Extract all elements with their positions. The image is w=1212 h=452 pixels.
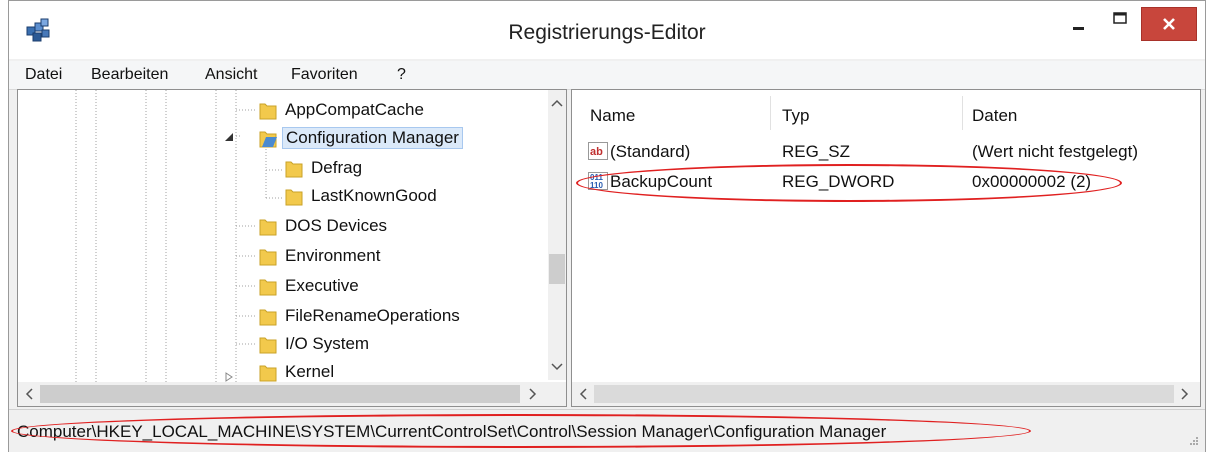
scroll-left-icon[interactable] (578, 388, 588, 400)
folder-icon (259, 309, 277, 326)
menu-bar: Datei Bearbeiten Ansicht Favoriten ? (9, 61, 1205, 90)
open-folder-icon (259, 131, 277, 148)
title-bar[interactable]: Registrierungs-Editor (9, 1, 1205, 59)
collapse-arrow-icon[interactable] (224, 132, 234, 142)
highlight-ellipse (576, 164, 1122, 202)
minimize-button[interactable] (1057, 1, 1099, 43)
menu-ansicht[interactable]: Ansicht (205, 66, 257, 84)
close-icon (1163, 18, 1175, 30)
menu-favoriten[interactable]: Favoriten (291, 66, 358, 84)
folder-icon (259, 249, 277, 266)
expand-arrow-icon[interactable] (224, 372, 234, 382)
tree-vertical-scroll-thumb[interactable] (549, 254, 565, 284)
value-name: (Standard) (610, 142, 691, 161)
folder-icon (259, 103, 277, 120)
folder-icon (259, 279, 277, 296)
maximize-button[interactable] (1099, 1, 1141, 43)
highlight-ellipse (11, 414, 1031, 448)
list-horizontal-scrollbar[interactable] (572, 382, 1200, 406)
scroll-right-icon[interactable] (1180, 388, 1190, 400)
value-list-pane[interactable]: Name Typ Daten ab (Standard) REG_SZ (Wer… (571, 89, 1201, 407)
column-header-name[interactable]: Name (590, 106, 635, 126)
status-bar: Computer\HKEY_LOCAL_MACHINE\SYSTEM\Curre… (9, 409, 1205, 452)
scroll-left-icon[interactable] (24, 388, 34, 400)
scroll-right-icon[interactable] (528, 388, 538, 400)
column-header-data[interactable]: Daten (972, 106, 1017, 126)
scroll-up-icon[interactable] (551, 98, 563, 108)
string-value-icon: ab (588, 142, 608, 160)
scroll-down-icon[interactable] (551, 362, 563, 372)
value-data: (Wert nicht festgelegt) (972, 142, 1138, 161)
resize-grip-icon[interactable] (1189, 436, 1199, 446)
close-button[interactable] (1141, 7, 1197, 41)
list-horizontal-scroll-thumb[interactable] (594, 385, 1174, 403)
folder-icon (259, 219, 277, 236)
key-tree-pane[interactable]: AppCompatCache Configuration Manager Def… (17, 89, 567, 407)
svg-text:ab: ab (590, 146, 603, 158)
menu-help[interactable]: ? (397, 66, 406, 84)
column-separator[interactable] (770, 96, 771, 130)
folder-icon (259, 365, 277, 382)
menu-datei[interactable]: Datei (25, 66, 62, 84)
column-header-type[interactable]: Typ (782, 106, 809, 126)
tree-horizontal-scroll-thumb[interactable] (40, 385, 520, 403)
folder-icon (259, 337, 277, 354)
folder-icon (285, 189, 303, 206)
tree-vertical-scrollbar[interactable] (548, 90, 566, 380)
column-separator[interactable] (962, 96, 963, 130)
tree-horizontal-scrollbar[interactable] (18, 382, 566, 406)
maximize-icon (1113, 12, 1127, 24)
value-type: REG_SZ (782, 142, 851, 161)
registry-editor-window: Registrierungs-Editor Datei Bearbeiten A… (8, 0, 1206, 452)
menu-bearbeiten[interactable]: Bearbeiten (91, 66, 168, 84)
folder-icon (285, 161, 303, 178)
window-title: Registrierungs-Editor (508, 21, 706, 44)
minimize-icon (1073, 27, 1084, 30)
